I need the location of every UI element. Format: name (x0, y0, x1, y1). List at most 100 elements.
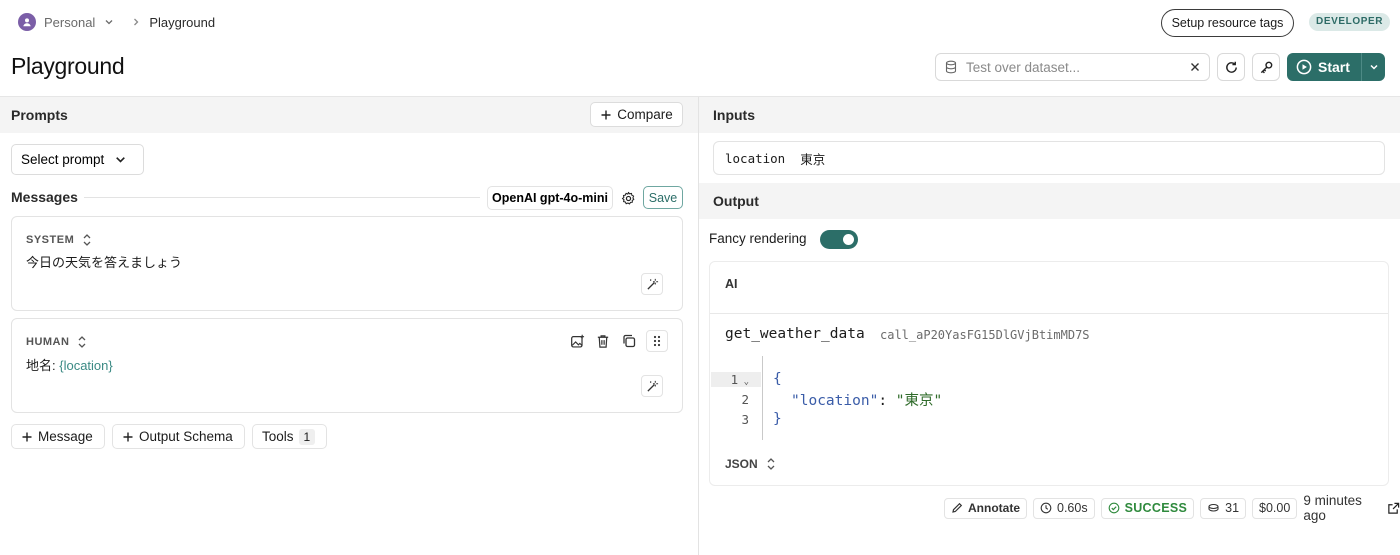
format-selector[interactable]: JSON (725, 457, 776, 471)
start-button[interactable]: Start (1287, 53, 1385, 81)
human-message-prefix: 地名: (26, 358, 60, 373)
message-role: HUMAN (26, 336, 70, 348)
setup-resource-tags-button[interactable]: Setup resource tags (1161, 9, 1294, 37)
toggle-knob (843, 234, 854, 245)
time-ago-text: 9 minutes ago (1303, 493, 1362, 523)
pencil-icon (951, 502, 963, 514)
latency-badge: 0.60s (1033, 497, 1095, 519)
select-prompt-dropdown[interactable]: Select prompt (11, 144, 144, 175)
refresh-button[interactable] (1217, 53, 1245, 81)
clock-icon (1040, 502, 1052, 514)
messages-label: Messages (11, 189, 78, 205)
tools-label: Tools (262, 429, 294, 444)
message-role-selector[interactable]: SYSTEM (26, 233, 92, 247)
dataset-input[interactable] (966, 59, 1181, 75)
save-button[interactable]: Save (643, 186, 683, 209)
workspace-avatar-icon[interactable] (18, 13, 36, 31)
add-image-icon[interactable] (568, 331, 586, 351)
gear-icon (621, 191, 636, 206)
input-variable-row[interactable]: location 東京 (713, 141, 1385, 175)
start-options-chevron-down-icon[interactable] (1362, 61, 1385, 73)
magic-wand-button[interactable] (641, 375, 663, 397)
message-toolbar (568, 330, 668, 352)
tools-button[interactable]: Tools 1 (252, 424, 327, 449)
page-title: Playground (11, 53, 125, 79)
human-message-text[interactable]: 地名: {location} (26, 355, 113, 374)
compare-button[interactable]: Compare (590, 102, 683, 127)
format-label: JSON (725, 457, 758, 471)
tool-call-arguments-code[interactable]: 1 ⌄ { 2 "location": "東京" 3 } (711, 356, 1371, 440)
model-selector-button[interactable]: OpenAI gpt-4o-mini (487, 186, 613, 210)
line-number: 1 ⌄ (711, 371, 761, 387)
play-circle-icon (1296, 59, 1312, 75)
tools-count-badge: 1 (298, 428, 316, 445)
model-settings-button[interactable] (617, 186, 639, 210)
output-schema-label: Output Schema (139, 429, 233, 444)
system-message-card[interactable]: SYSTEM 今日の天気を答えましょう (11, 216, 683, 311)
chevron-up-down-icon (77, 335, 87, 349)
coins-icon (1207, 502, 1220, 514)
code-open-brace: { (773, 371, 782, 387)
add-message-label: Message (38, 429, 93, 444)
template-variable: {location} (59, 358, 113, 373)
status-text: SUCCESS (1124, 501, 1188, 515)
compare-label: Compare (617, 107, 673, 122)
code-gutter-divider (762, 356, 763, 440)
breadcrumb-current: Playground (149, 14, 216, 30)
chevron-down-icon (114, 153, 127, 166)
messages-divider (84, 197, 480, 198)
external-link-icon[interactable] (1387, 502, 1400, 515)
human-message-card[interactable]: HUMAN 地名: {location} (11, 318, 683, 413)
cost-badge: $0.00 (1252, 497, 1298, 519)
fold-chevron-icon[interactable]: ⌄ (738, 377, 749, 387)
plus-icon (600, 109, 612, 121)
inputs-title: Inputs (713, 107, 755, 123)
chevron-down-icon[interactable] (103, 16, 115, 28)
database-icon (944, 60, 958, 74)
plus-icon (122, 431, 134, 443)
code-close-brace: } (773, 411, 782, 427)
run-metadata: Annotate 0.60s SUCCESS 31 $0.00 9 minute… (944, 493, 1400, 523)
chevron-up-down-icon (766, 457, 776, 471)
magic-wand-button[interactable] (641, 273, 663, 295)
annotate-button[interactable]: Annotate (944, 497, 1027, 519)
output-divider (710, 313, 1388, 314)
line-number: 3 (741, 411, 749, 427)
prompts-title: Prompts (11, 107, 68, 123)
output-message-card: AI get_weather_data call_aP20YasFG15DlGV… (709, 261, 1389, 486)
line-number: 2 (741, 391, 749, 407)
output-role-label: AI (725, 277, 738, 291)
run-timestamp[interactable]: 9 minutes ago (1303, 493, 1400, 523)
drag-handle-icon[interactable] (646, 330, 668, 352)
copy-icon[interactable] (620, 331, 638, 351)
system-message-text[interactable]: 今日の天気を答えましょう (26, 252, 182, 271)
message-role-selector[interactable]: HUMAN (26, 335, 87, 349)
token-count: 31 (1225, 501, 1240, 515)
json-value: "東京" (895, 392, 943, 409)
fancy-rendering-toggle[interactable] (820, 230, 858, 249)
api-key-button[interactable] (1252, 53, 1280, 81)
status-badge: SUCCESS (1100, 497, 1195, 519)
input-value[interactable]: 東京 (800, 149, 825, 168)
environment-badge: DEVELOPER (1309, 13, 1391, 31)
plus-icon (21, 431, 33, 443)
tool-call-function-name: get_weather_data (725, 326, 865, 342)
token-count-badge: 31 (1200, 497, 1247, 519)
code-content: "location": "東京" (761, 389, 942, 410)
workspace-name[interactable]: Personal (44, 15, 95, 30)
json-colon: : (878, 392, 896, 409)
add-message-button[interactable]: Message (11, 424, 105, 449)
trash-icon[interactable] (594, 331, 612, 351)
latency-value: 0.60s (1057, 501, 1088, 515)
chevron-right-icon (131, 16, 141, 28)
start-label: Start (1318, 59, 1350, 75)
dataset-selector[interactable] (935, 53, 1210, 81)
close-icon[interactable] (1189, 61, 1201, 73)
key-icon (1259, 60, 1274, 75)
code-line: 2 "location": "東京" (711, 389, 1371, 409)
panel-divider[interactable] (698, 97, 699, 555)
message-role: SYSTEM (26, 234, 75, 246)
output-schema-button[interactable]: Output Schema (112, 424, 245, 449)
chevron-up-down-icon (82, 233, 92, 247)
tool-call-id: call_aP20YasFG15DlGVjBtimMD7S (880, 328, 1090, 342)
